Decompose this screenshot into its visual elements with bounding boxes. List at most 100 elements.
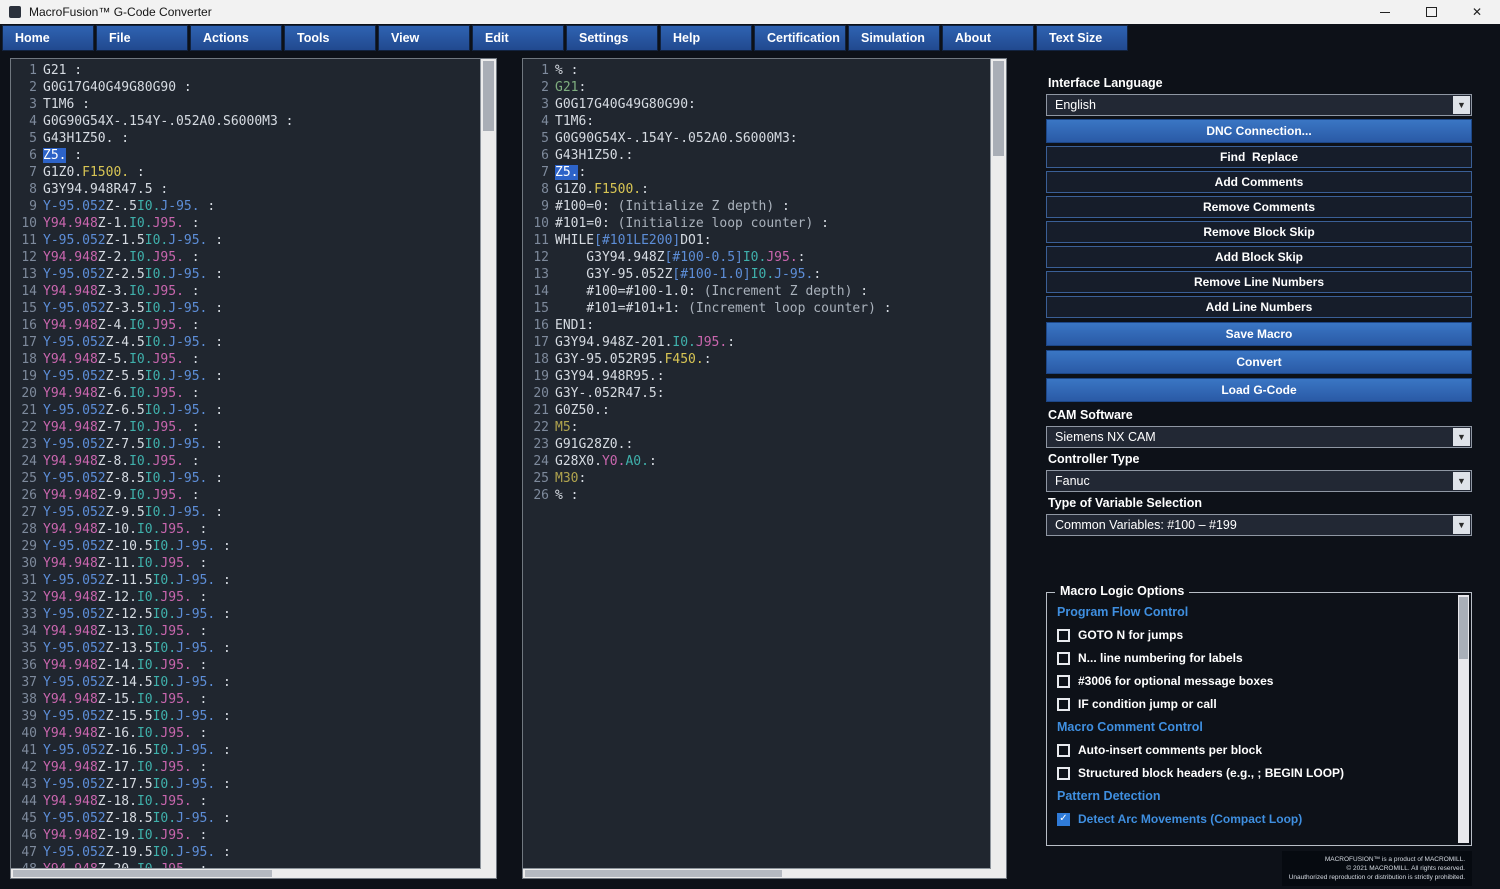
line-number: 10	[533, 216, 549, 231]
menu-tab-help[interactable]: Help	[660, 25, 752, 51]
code-line: 15 #101=#101+1: (Increment loop counter)…	[525, 300, 991, 317]
code-line: 43 Y-95.052Z-17.5I0.J-95. :	[13, 776, 481, 793]
dnc-connection-button[interactable]: DNC Connection...	[1046, 119, 1472, 143]
checkbox-structured-block-headers-e-g-begin-loop[interactable]: Structured block headers (e.g., ; BEGIN …	[1057, 766, 1451, 780]
line-number: 3	[541, 97, 549, 112]
button-remove-block-skip[interactable]: Remove Block Skip	[1046, 221, 1472, 243]
code-line: 26% :	[525, 487, 991, 504]
code-line: 26 Y94.948Z-9.I0.J95. :	[13, 487, 481, 504]
checkbox-if-condition-jump-or-call[interactable]: IF condition jump or call	[1057, 697, 1451, 711]
minimize-icon	[1380, 11, 1390, 13]
menu-tab-view[interactable]: View	[378, 25, 470, 51]
line-number: 19	[21, 369, 37, 384]
line-number: 14	[21, 284, 37, 299]
button-load-g-code[interactable]: Load G-Code	[1046, 378, 1472, 402]
menu-tab-file[interactable]: File	[96, 25, 188, 51]
code-line: 22 M5:	[525, 419, 991, 436]
menu-tab-edit[interactable]: Edit	[472, 25, 564, 51]
button-add-comments[interactable]: Add Comments	[1046, 171, 1472, 193]
section-header-pattern-detection: Pattern Detection	[1057, 789, 1161, 803]
converted-macro-editor[interactable]: 1% :2 G21: 3 G0G17G40G49G80G90: 4 T1M6: 5 G0G90…	[522, 58, 1007, 879]
code-line: 31 Y-95.052Z-11.5I0.J-95. :	[13, 572, 481, 589]
window-controls: ✕	[1362, 0, 1500, 24]
line-number: 9	[541, 199, 549, 214]
checkbox-checked-icon[interactable]: ✓	[1057, 812, 1070, 826]
menu-tab-certification[interactable]: Certification	[754, 25, 846, 51]
line-number: 28	[21, 522, 37, 537]
code-line: 14 Y94.948Z-3.I0.J95. :	[13, 283, 481, 300]
checkbox-auto-insert-comments-per-block[interactable]: Auto-insert comments per block	[1057, 743, 1451, 757]
source-code-area[interactable]: 1 G21 :2 G0G17G40G49G80G90 :3 T1M6 :4 G0G90G…	[11, 59, 481, 869]
scrollbar-thumb[interactable]	[525, 870, 783, 877]
scrollbar-thumb[interactable]	[483, 61, 494, 131]
checkbox-n-line-numbering-for-labels[interactable]: N... line numbering for labels	[1057, 651, 1451, 665]
code-line: 16 Y94.948Z-4.I0.J95. :	[13, 317, 481, 334]
converted-code-area[interactable]: 1% :2 G21: 3 G0G17G40G49G80G90: 4 T1M6: 5 G0G90…	[523, 59, 991, 869]
menu-tab-tools[interactable]: Tools	[284, 25, 376, 51]
checkbox-3006-for-optional-message-boxes[interactable]: #3006 for optional message boxes	[1057, 674, 1451, 688]
menu-tab-simulation[interactable]: Simulation	[848, 25, 940, 51]
button-add-line-numbers[interactable]: Add Line Numbers	[1046, 296, 1472, 318]
checkbox-detect-arc-movements-compact-loop[interactable]: ✓ Detect Arc Movements (Compact Loop)	[1057, 812, 1451, 826]
interface-language-select[interactable]: English ▼	[1046, 94, 1472, 116]
source-gcode-editor[interactable]: 1 G21 :2 G0G17G40G49G80G90 :3 T1M6 :4 G0G90G…	[10, 58, 497, 879]
macro-options-scrollbar[interactable]	[1458, 595, 1469, 843]
scrollbar-thumb[interactable]	[993, 61, 1004, 156]
controller-type-select[interactable]: Fanuc ▼	[1046, 470, 1472, 492]
converted-vertical-scrollbar[interactable]	[990, 59, 1006, 869]
checkbox-label: Detect Arc Movements (Compact Loop)	[1078, 812, 1303, 826]
minimize-button[interactable]	[1362, 0, 1408, 24]
line-number: 30	[21, 556, 37, 571]
code-line: 3 G0G17G40G49G80G90:	[525, 96, 991, 113]
line-number: 33	[21, 607, 37, 622]
scrollbar-thumb[interactable]	[1459, 597, 1468, 659]
source-vertical-scrollbar[interactable]	[480, 59, 496, 869]
source-horizontal-scrollbar[interactable]	[11, 868, 481, 878]
checkbox-label: Auto-insert comments per block	[1078, 743, 1263, 757]
code-line: 19 Y-95.052Z-5.5I0.J-95. :	[13, 368, 481, 385]
checkbox-unchecked-icon[interactable]	[1057, 651, 1070, 665]
button-find-replace[interactable]: Find Replace	[1046, 146, 1472, 168]
button-add-block-skip[interactable]: Add Block Skip	[1046, 246, 1472, 268]
chevron-down-icon[interactable]: ▼	[1453, 96, 1470, 114]
chevron-down-icon[interactable]: ▼	[1453, 428, 1470, 446]
checkbox-unchecked-icon[interactable]	[1057, 766, 1070, 780]
checkbox-goto-n-for-jumps[interactable]: GOTO N for jumps	[1057, 628, 1451, 642]
checkbox-label: GOTO N for jumps	[1078, 628, 1184, 642]
line-number: 31	[21, 573, 37, 588]
converted-horizontal-scrollbar[interactable]	[523, 868, 991, 878]
line-number: 32	[21, 590, 37, 605]
menu-tab-text-size[interactable]: Text Size	[1036, 25, 1128, 51]
checkbox-unchecked-icon[interactable]	[1057, 697, 1070, 711]
chevron-down-icon[interactable]: ▼	[1453, 472, 1470, 490]
button-save-macro[interactable]: Save Macro	[1046, 322, 1472, 346]
scrollbar-thumb[interactable]	[13, 870, 272, 877]
macro-logic-options-list: Program Flow Control GOTO N for jumps N...…	[1057, 605, 1451, 826]
line-number: 17	[21, 335, 37, 350]
checkbox-label: Structured block headers (e.g., ; BEGIN …	[1078, 766, 1345, 780]
line-number: 16	[21, 318, 37, 333]
code-line: 2 G21:	[525, 79, 991, 96]
maximize-button[interactable]	[1408, 0, 1454, 24]
line-number: 42	[21, 760, 37, 775]
chevron-down-icon[interactable]: ▼	[1453, 516, 1470, 534]
button-convert[interactable]: Convert	[1046, 350, 1472, 374]
menu-tab-home[interactable]: Home	[2, 25, 94, 51]
line-number: 22	[21, 420, 37, 435]
code-line: 7 Z5.:	[525, 164, 991, 181]
menu-tab-actions[interactable]: Actions	[190, 25, 282, 51]
checkbox-unchecked-icon[interactable]	[1057, 674, 1070, 688]
close-button[interactable]: ✕	[1454, 0, 1500, 24]
code-line: 17 G3Y94.948Z-201.I0.J95.:	[525, 334, 991, 351]
menu-tab-about[interactable]: About	[942, 25, 1034, 51]
variable-selection-select[interactable]: Common Variables: #100 – #199 ▼	[1046, 514, 1472, 536]
checkbox-unchecked-icon[interactable]	[1057, 628, 1070, 642]
line-number: 45	[21, 811, 37, 826]
checkbox-unchecked-icon[interactable]	[1057, 743, 1070, 757]
cam-software-select[interactable]: Siemens NX CAM ▼	[1046, 426, 1472, 448]
line-number: 12	[533, 250, 549, 265]
button-remove-line-numbers[interactable]: Remove Line Numbers	[1046, 271, 1472, 293]
menu-tab-settings[interactable]: Settings	[566, 25, 658, 51]
button-remove-comments[interactable]: Remove Comments	[1046, 196, 1472, 218]
code-line: 44 Y94.948Z-18.I0.J95. :	[13, 793, 481, 810]
